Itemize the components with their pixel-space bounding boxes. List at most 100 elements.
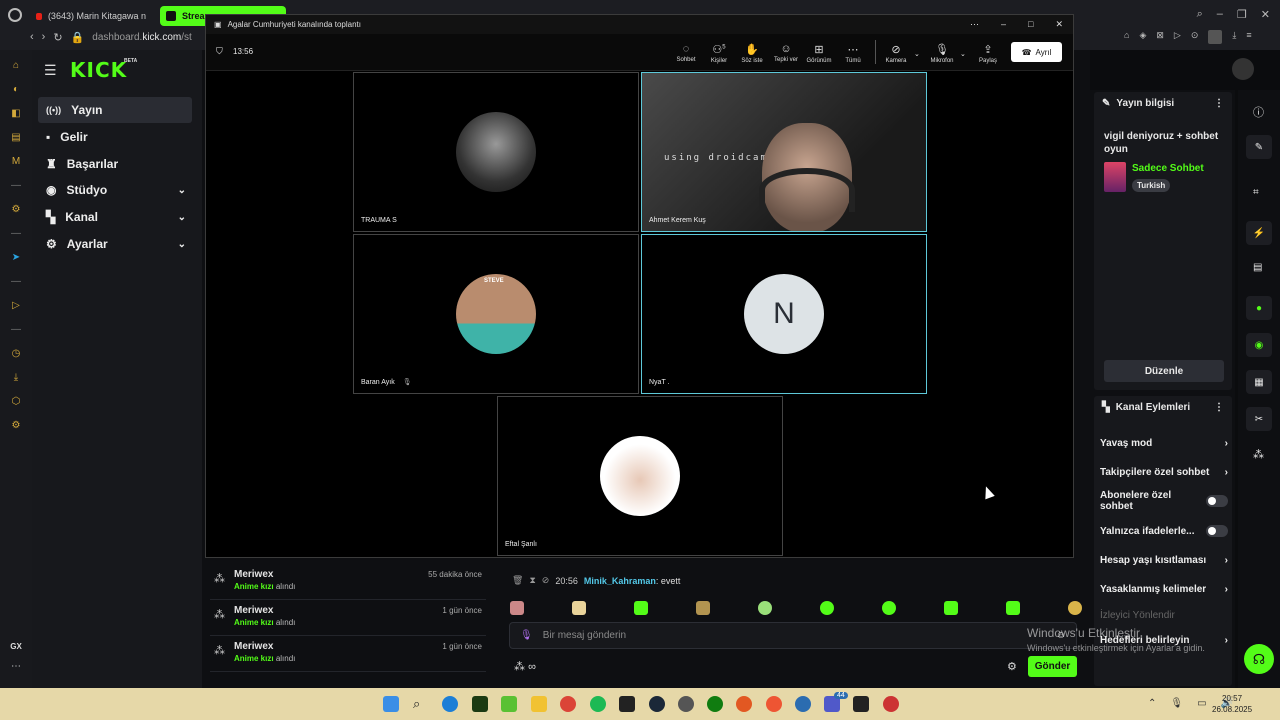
kick-logo[interactable]: KICK [70,58,127,82]
action-slow-mode[interactable]: Yavaş mod › [1100,432,1228,454]
category-link[interactable]: Sadece Sohbet [1132,163,1204,174]
app-icon[interactable] [678,696,694,712]
camera-button[interactable]: ⊘ Kamera [876,38,916,68]
timeout-icon[interactable]: ⧗ [529,575,535,586]
more-icon[interactable]: ⋮ [1214,98,1224,109]
nav-item-gelir[interactable]: ▪ Gelir [38,124,192,150]
gear-icon[interactable]: ⚙ [9,418,23,432]
pin-icon[interactable]: ⌂ [1124,30,1129,44]
microphone-button[interactable]: 🎙 Mikrofon [922,38,962,68]
crop-icon[interactable]: ⌗ [1253,187,1259,198]
history-icon[interactable]: ◷ [9,346,23,360]
maximize-icon[interactable]: ❐ [1237,8,1247,21]
participant-tile[interactable]: TRAUMA S [353,72,639,232]
nav-item-studyo[interactable]: ◉ Stüdyo ⌄ [38,177,192,203]
chat-input[interactable]: 🎙 Bir mesaj gönderin ☺ [509,622,1077,649]
home-icon[interactable]: ⌂ [9,58,23,72]
action-raid[interactable]: İzleyici Yönlendir [1100,604,1228,626]
forward-icon[interactable]: › [42,31,46,43]
downloads-icon[interactable]: ⤓ [9,370,23,384]
wrench-icon[interactable]: ✂ [1246,407,1272,431]
network-icon[interactable]: ▭ [1197,698,1206,709]
emote-icon[interactable] [1068,601,1082,615]
profile-avatar[interactable] [1232,58,1254,80]
infinity-icon[interactable]: ∞ [528,661,536,673]
action-followers-only[interactable]: Takipçilere özel sohbet › [1100,461,1228,483]
layout-icon[interactable]: ▦ [1246,370,1272,394]
opera-gx-logo-icon[interactable] [8,8,22,22]
menu-icon[interactable]: ≡ [1246,30,1251,44]
epic-games-icon[interactable] [619,696,635,712]
mic-icon[interactable]: 🎙 [1170,698,1183,709]
gx-corner-icon[interactable]: ◐ [9,82,23,96]
emote-icon[interactable] [758,601,772,615]
group-icon[interactable]: ⁂ [1253,448,1264,461]
trash-icon[interactable]: 🗑 [512,575,523,586]
broadcast-icon[interactable]: ◉ [1246,333,1272,357]
emote-icon[interactable] [572,601,586,615]
vpn-icon[interactable]: ⊙ [1191,30,1199,44]
app-icon[interactable] [766,696,782,712]
toggle-switch[interactable] [1206,495,1228,507]
chevron-up-icon[interactable]: ⌃ [1148,698,1156,709]
twitch-icon[interactable]: ◧ [9,106,23,120]
play-icon[interactable]: ▷ [1174,30,1181,44]
steam-icon[interactable] [649,696,665,712]
avatar[interactable] [1208,30,1223,44]
app-icon[interactable] [795,696,811,712]
clock[interactable]: 20:57 26.08.2025 [1212,693,1252,715]
edit-icon[interactable]: ✎ [1246,135,1272,159]
search-icon[interactable]: ⌕ [1197,8,1203,21]
leave-button[interactable]: ☎ Ayrıl [1011,42,1062,62]
chevron-down-icon[interactable]: ⌄ [960,50,966,58]
close-icon[interactable]: ✕ [1055,19,1063,30]
hamburger-icon[interactable]: ☰ [44,62,57,79]
back-icon[interactable]: ‹ [30,31,34,43]
more-icon[interactable]: ⋯ [970,19,979,30]
participant-tile[interactable]: N NyaT . [641,234,927,394]
more-icon[interactable]: ⋮ [1214,402,1224,413]
emote-icon[interactable] [1006,601,1020,615]
action-emotes-only[interactable]: Yalnızca ifadelerle... [1100,520,1228,542]
nav-item-basarilar[interactable]: ♜ Başarılar [38,151,192,177]
shield-icon[interactable]: ◈ [1139,30,1146,44]
mic-icon[interactable]: 🎙 [520,630,533,641]
participant-tile[interactable]: STEVE Baran Ayık 🎙 [353,234,639,394]
xbox-icon[interactable] [707,696,723,712]
maximize-icon[interactable]: □ [1028,19,1033,30]
reload-icon[interactable]: ↻ [53,31,62,44]
telegram-icon[interactable]: ➤ [9,250,23,264]
emote-icon[interactable] [510,601,524,615]
nav-item-kanal[interactable]: ▚ Kanal ⌄ [38,204,192,230]
gx-cleaner-icon[interactable]: ▤ [9,130,23,144]
minimize-icon[interactable]: – [1217,8,1223,21]
minimize-icon[interactable]: – [1001,19,1006,30]
emote-icon[interactable] [820,601,834,615]
m-icon[interactable]: M [9,154,23,168]
emote-icon[interactable] [696,601,710,615]
settings-icon[interactable]: ⚙ [9,202,23,216]
chat-icon[interactable]: ● [1246,296,1272,320]
opera-gx-icon[interactable] [883,696,899,712]
action-account-age[interactable]: Hesap yaşı kısıtlaması › [1100,549,1228,571]
support-icon[interactable]: ☊ [1244,644,1274,674]
more-icon[interactable]: ⋯ [11,661,21,672]
address-bar[interactable]: ‹ › ↻ 🔒 dashboard.kick.com/st [30,28,210,46]
nvidia-icon[interactable] [501,696,517,712]
ban-icon[interactable]: ⊘ [542,575,550,586]
info-icon[interactable]: ⓘ [1253,104,1264,120]
chrome-icon[interactable] [560,696,576,712]
player-icon[interactable]: ▷ [9,298,23,312]
close-icon[interactable]: ✕ [1261,8,1270,21]
send-button[interactable]: Gönder [1028,656,1077,677]
app-icon[interactable] [472,696,488,712]
chevron-down-icon[interactable]: ⌄ [914,50,920,58]
search-icon[interactable]: ⌕ [413,696,429,712]
more-button[interactable]: ⋯ Tümü [833,38,873,68]
action-banned-words[interactable]: Yasaklanmış kelimeler › [1100,578,1228,600]
edge-icon[interactable] [442,696,458,712]
action-subscribers-only[interactable]: Abonelere özel sohbet [1100,490,1228,512]
tab-youtube[interactable]: (3643) Marin Kitagawa n [30,6,152,26]
spotify-icon[interactable] [590,696,606,712]
group-icon[interactable]: ⁂ [514,661,525,673]
